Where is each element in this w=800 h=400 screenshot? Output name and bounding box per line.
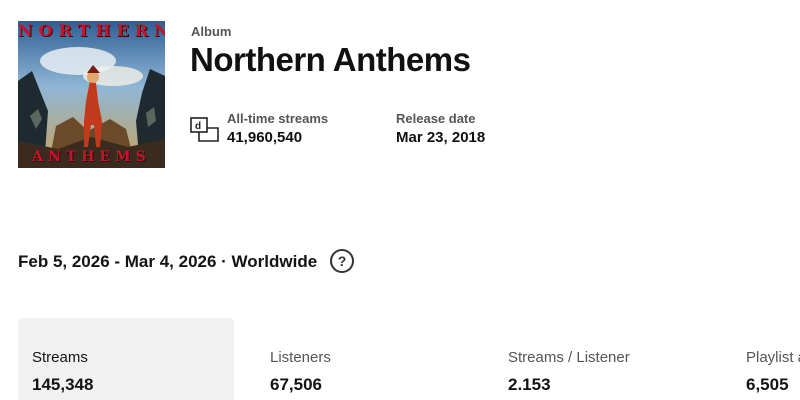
album-cover-art xyxy=(18,21,165,168)
date-range-filter[interactable]: Feb 5, 2026 - Mar 4, 2026 · Worldwide xyxy=(18,252,317,272)
page-title: Northern Anthems xyxy=(190,41,471,78)
metric-value: 6,505 xyxy=(746,375,789,394)
help-icon[interactable]: ? xyxy=(330,249,354,273)
metric-card-streams[interactable]: Streams 145,348 xyxy=(18,318,234,400)
metric-card-playlist-adds[interactable]: Playlist a 6,505 xyxy=(732,318,800,400)
release-date-label: Release date xyxy=(396,111,476,126)
svg-text:d: d xyxy=(195,121,201,132)
metric-label: Streams / Listener xyxy=(508,349,630,366)
entity-kind-label: Album xyxy=(191,24,232,39)
metric-label: Streams xyxy=(32,349,88,366)
metric-value: 145,348 xyxy=(32,375,94,394)
cover-title-top: NORTHERN xyxy=(18,21,165,40)
metric-label: Listeners xyxy=(270,349,331,366)
cover-title-bottom: ANTHEMS xyxy=(32,149,151,165)
metric-card-listeners[interactable]: Listeners 67,506 xyxy=(256,318,472,400)
metric-value: 2.153 xyxy=(508,375,551,394)
all-time-streams-label: All-time streams xyxy=(227,111,329,126)
metric-value: 67,506 xyxy=(270,375,322,394)
album-cover: NORTHERN ANTHEMS xyxy=(18,21,165,168)
all-time-streams-value: 41,960,540 xyxy=(227,129,303,146)
release-date-value: Mar 23, 2018 xyxy=(396,129,486,146)
streams-icon: d xyxy=(190,117,220,143)
metric-label: Playlist a xyxy=(746,349,800,366)
metric-card-streams-per-listener[interactable]: Streams / Listener 2.153 xyxy=(494,318,710,400)
